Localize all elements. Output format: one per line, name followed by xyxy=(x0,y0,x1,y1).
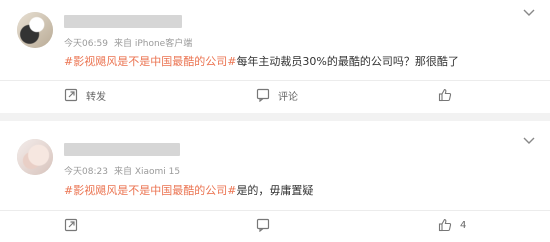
source-prefix: 来自 xyxy=(113,167,132,177)
share-icon xyxy=(64,88,78,102)
avatar[interactable] xyxy=(17,139,53,175)
comment-button[interactable] xyxy=(256,211,278,239)
comment-card: 今天08:23 来自 Xiaomi 15 #影视飓风是不是中国最酷的公司#是的，毋… xyxy=(0,121,550,242)
source-device[interactable]: Xiaomi 15 xyxy=(135,167,180,177)
comment-body: 每年主动裁员30%的最酷的公司吗？那很酷了 xyxy=(236,55,459,68)
timestamp: 今天06:59 xyxy=(64,39,108,49)
chevron-down-icon[interactable] xyxy=(522,136,536,146)
repost-button[interactable] xyxy=(64,211,86,239)
comment-icon xyxy=(256,218,270,232)
chevron-down-icon[interactable] xyxy=(522,8,536,18)
avatar-image xyxy=(17,12,53,48)
username-redacted xyxy=(64,143,180,156)
action-bar: 4 xyxy=(0,210,550,239)
avatar[interactable] xyxy=(17,12,53,48)
comment-meta: 今天06:59 来自 iPhone客户端 xyxy=(64,39,192,50)
like-button[interactable]: 4 xyxy=(438,211,466,239)
source-device[interactable]: iPhone客户端 xyxy=(135,39,192,49)
comment-meta: 今天08:23 来自 Xiaomi 15 xyxy=(64,167,180,178)
hashtag-link[interactable]: #影视飓风是不是中国最酷的公司# xyxy=(64,55,236,68)
action-bar: 转发 评论 xyxy=(0,80,550,109)
username-redacted xyxy=(64,15,182,28)
comment-card: 今天06:59 来自 iPhone客户端 #影视飓风是不是中国最酷的公司#每年主动… xyxy=(0,0,550,113)
share-icon xyxy=(64,218,78,232)
source-prefix: 来自 xyxy=(113,39,132,49)
like-count: 4 xyxy=(460,219,467,231)
repost-label: 转发 xyxy=(86,91,106,103)
timestamp: 今天08:23 xyxy=(64,167,108,177)
comment-body: 是的，毋庸置疑 xyxy=(236,184,314,197)
comment-icon xyxy=(256,88,270,102)
avatar-image xyxy=(17,139,53,175)
comment-text: #影视飓风是不是中国最酷的公司#是的，毋庸置疑 xyxy=(64,184,313,198)
repost-button[interactable]: 转发 xyxy=(64,81,106,109)
hashtag-link[interactable]: #影视飓风是不是中国最酷的公司# xyxy=(64,184,236,197)
like-button[interactable] xyxy=(438,81,460,109)
comment-text: #影视飓风是不是中国最酷的公司#每年主动裁员30%的最酷的公司吗？那很酷了 xyxy=(64,55,459,69)
comment-label: 评论 xyxy=(278,91,298,103)
thumbs-up-icon xyxy=(438,88,452,102)
thumbs-up-icon xyxy=(438,218,452,232)
comment-button[interactable]: 评论 xyxy=(256,81,298,109)
